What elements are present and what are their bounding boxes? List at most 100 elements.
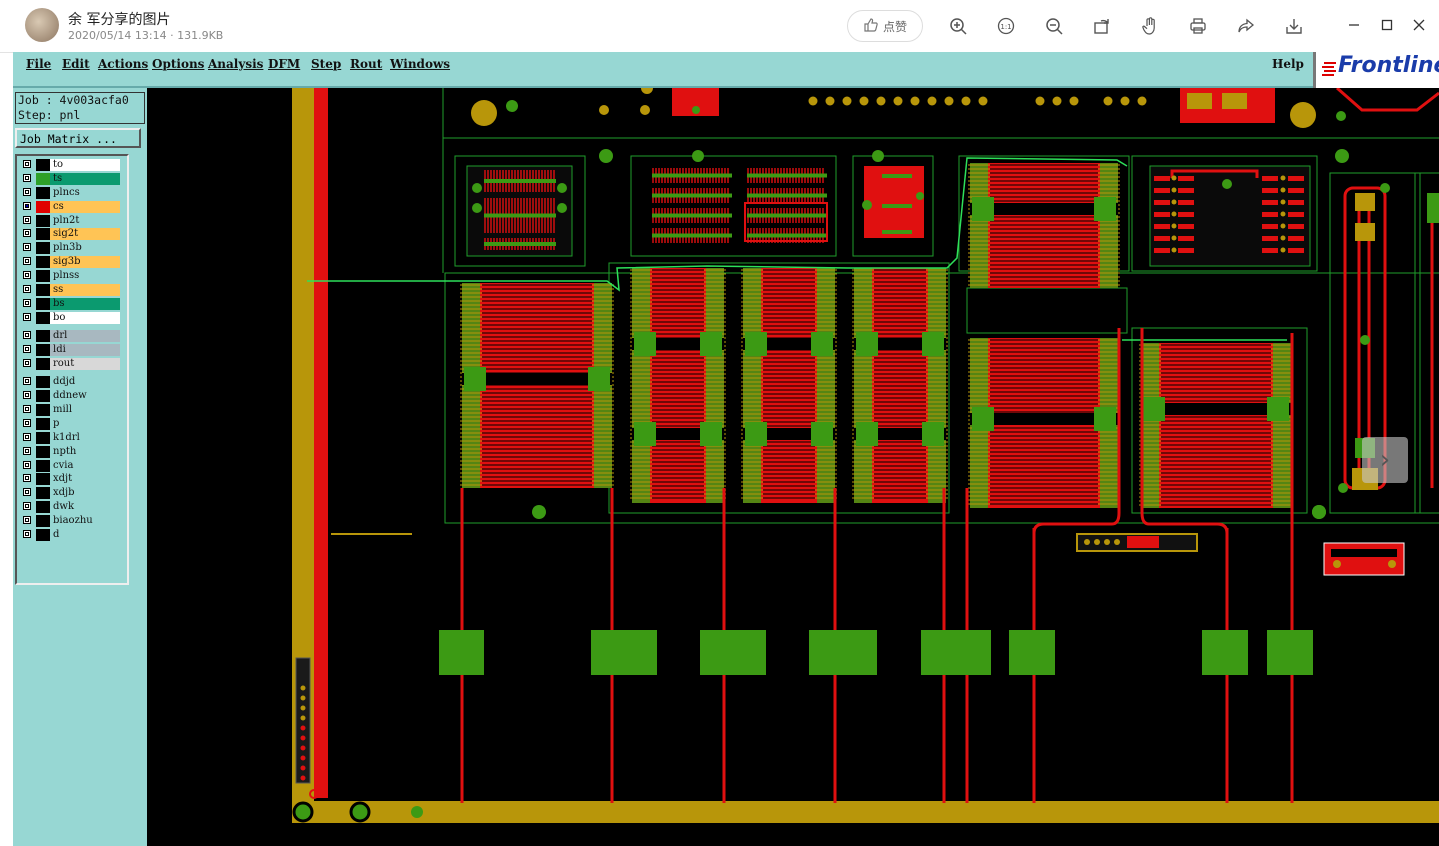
layer-color-swatch[interactable] [36,270,50,283]
layer-row-xdjb[interactable]: xdjb [19,486,127,500]
layer-checkbox[interactable] [23,271,31,280]
layer-color-swatch[interactable] [36,200,50,213]
layer-color-swatch[interactable] [36,311,50,324]
layer-checkbox[interactable] [23,331,31,340]
layer-name[interactable]: cvia [50,459,120,472]
layer-color-swatch[interactable] [36,228,50,241]
menu-rout[interactable]: Rout [350,57,382,71]
minimize-icon[interactable] [1343,14,1365,36]
layer-checkbox[interactable] [23,285,31,294]
layer-color-swatch[interactable] [36,357,50,370]
layer-name[interactable]: plnss [50,270,120,283]
print-icon[interactable] [1187,15,1209,37]
layer-color-swatch[interactable] [36,159,50,171]
layer-name[interactable]: ldi [50,343,120,356]
layer-color-swatch[interactable] [36,528,50,541]
layer-name[interactable]: dwk [50,501,120,514]
next-image-button[interactable]: › [1362,437,1408,483]
layer-color-swatch[interactable] [36,297,50,310]
layer-checkbox[interactable] [23,298,31,307]
layer-row-bs[interactable]: bs [19,297,127,311]
layer-name[interactable]: bs [50,297,120,310]
layer-row-ddnew[interactable]: ddnew [19,389,127,403]
layer-name[interactable]: mill [50,403,120,416]
layer-checkbox[interactable] [23,418,31,427]
layer-row-ss[interactable]: ss [19,283,127,297]
layer-name[interactable]: pln3b [50,242,120,255]
maximize-icon[interactable] [1376,14,1398,36]
layer-row-cs[interactable]: cs [19,200,127,214]
layer-color-swatch[interactable] [36,376,50,389]
layer-color-swatch[interactable] [36,473,50,486]
layer-checkbox[interactable] [23,391,31,400]
layer-row-mill[interactable]: mill [19,403,127,417]
layer-row-sig3b[interactable]: sig3b [19,255,127,269]
layer-color-swatch[interactable] [36,343,50,356]
layer-checkbox[interactable] [23,358,31,367]
layer-color-swatch[interactable] [36,172,50,185]
zoom-in-icon[interactable] [947,15,969,37]
menu-actions[interactable]: Actions [98,57,148,71]
layer-name[interactable]: ddnew [50,390,120,403]
layer-color-swatch[interactable] [36,390,50,403]
layer-checkbox[interactable] [23,488,31,497]
layer-name[interactable]: sig2t [50,228,120,241]
menu-help[interactable]: Help [1272,57,1304,71]
layer-checkbox[interactable] [23,173,31,182]
share-icon[interactable] [1235,15,1257,37]
pcb-board-view[interactable] [147,88,1439,846]
layer-name[interactable]: p [50,417,120,430]
layer-color-swatch[interactable] [36,242,50,255]
layer-name[interactable]: ts [50,172,120,185]
menu-dfm[interactable]: DFM [268,57,300,71]
layer-color-swatch[interactable] [36,417,50,430]
layer-row-k1drl[interactable]: k1drl [19,431,127,445]
layer-name[interactable]: to [50,159,120,171]
layer-checkbox[interactable] [23,215,31,224]
layer-row-p[interactable]: p [19,417,127,431]
layer-row-ddjd[interactable]: ddjd [19,375,127,389]
layer-checkbox[interactable] [23,201,31,210]
menu-file[interactable]: File [26,57,51,71]
layer-checkbox[interactable] [23,229,31,238]
layer-row-cvia[interactable]: cvia [19,459,127,473]
layer-checkbox[interactable] [23,243,31,252]
layer-row-ts[interactable]: ts [19,172,127,186]
layer-checkbox[interactable] [23,474,31,483]
layer-name[interactable]: sig3b [50,256,120,269]
graphic-canvas[interactable]: ‹ › [147,88,1439,846]
layer-checkbox[interactable] [23,344,31,353]
layer-name[interactable]: rout [50,357,120,370]
menu-step[interactable]: Step [311,57,341,71]
menu-edit[interactable]: Edit [62,57,90,71]
layer-name[interactable]: d [50,528,120,541]
layer-row-sig2t[interactable]: sig2t [19,227,127,241]
layer-row-to[interactable]: to [19,158,127,172]
layer-row-xdjt[interactable]: xdjt [19,472,127,486]
layer-row-drl[interactable]: drl [19,329,127,343]
avatar[interactable] [25,8,59,42]
hand-icon[interactable] [1139,15,1161,37]
layer-color-swatch[interactable] [36,214,50,227]
layer-checkbox[interactable] [23,312,31,321]
layer-name[interactable]: xdjt [50,473,120,486]
layer-row-pln3b[interactable]: pln3b [19,241,127,255]
layer-row-bo[interactable]: bo [19,311,127,325]
layer-checkbox[interactable] [23,529,31,538]
layer-color-swatch[interactable] [36,330,50,343]
menu-analysis[interactable]: Analysis [208,57,263,71]
layer-color-swatch[interactable] [36,515,50,528]
layer-name[interactable]: plncs [50,186,120,199]
rotate-icon[interactable] [1091,15,1113,37]
layer-row-ldi[interactable]: ldi [19,343,127,357]
layer-name[interactable]: npth [50,445,120,458]
layer-checkbox[interactable] [23,257,31,266]
layer-row-rout[interactable]: rout [19,357,127,371]
layer-color-swatch[interactable] [36,487,50,500]
like-button[interactable]: 点赞 [847,10,923,42]
layer-checkbox[interactable] [23,516,31,525]
layer-color-swatch[interactable] [36,186,50,199]
layer-name[interactable]: k1drl [50,431,120,444]
menu-windows[interactable]: Windows [390,57,450,71]
download-icon[interactable] [1283,15,1305,37]
